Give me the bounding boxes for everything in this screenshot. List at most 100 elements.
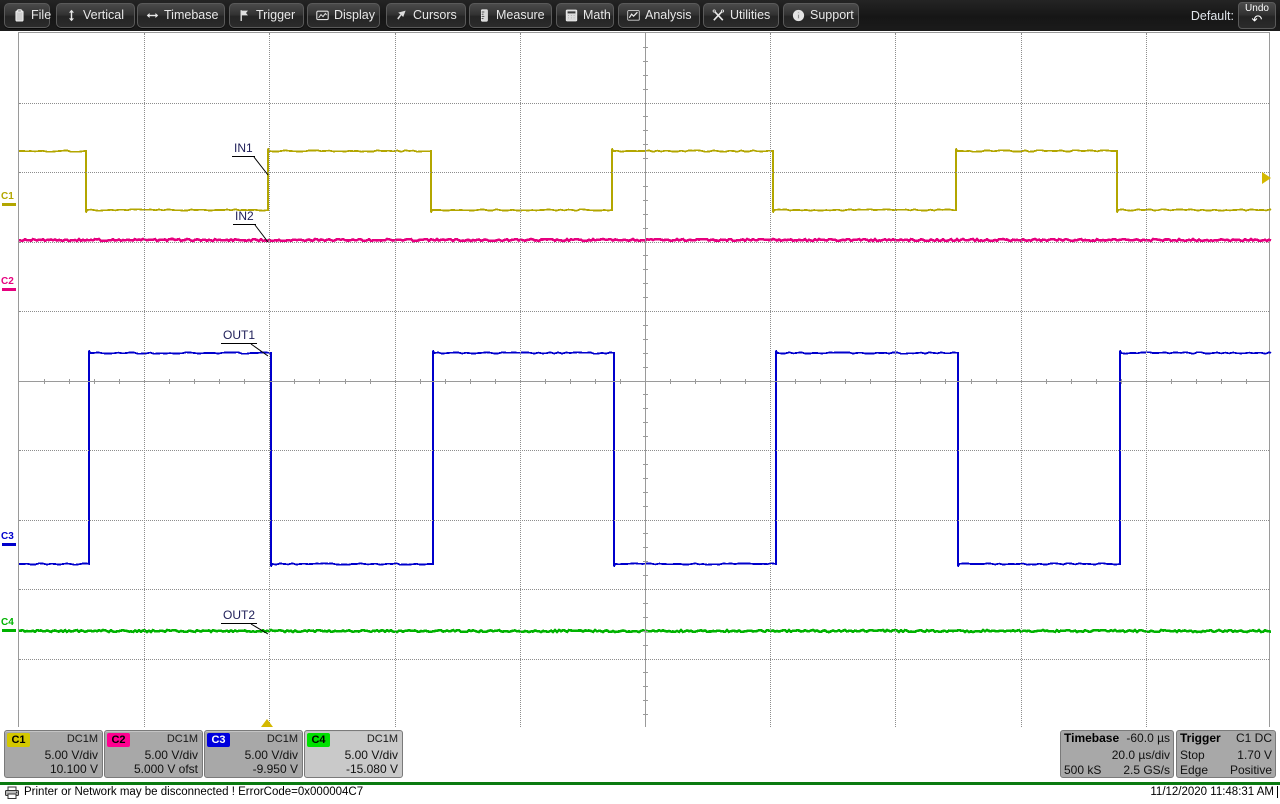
channel-marker-handle[interactable]: [2, 543, 16, 546]
menu-button-file[interactable]: File: [4, 3, 50, 28]
trigger-level-arrow-icon[interactable]: [1262, 172, 1271, 184]
graticule-vline: [395, 33, 396, 727]
printer-icon: [4, 786, 20, 799]
graticule-tick: [620, 379, 621, 384]
graticule-tick: [996, 379, 997, 384]
channel-marker-handle[interactable]: [2, 203, 16, 206]
channel-descriptor-c1[interactable]: C1DC1M5.00 V/div10.100 V: [4, 730, 103, 778]
waveform-annotation-label: OUT2: [221, 609, 257, 624]
graticule-tick: [1096, 379, 1097, 384]
graticule-tick: [1046, 379, 1047, 384]
graticule-tick: [643, 61, 648, 62]
trigger-header: Trigger C1 DC: [1177, 731, 1275, 746]
channel-descriptor-c2[interactable]: C2DC1M5.00 V/div5.000 V ofst: [104, 730, 203, 778]
undo-button[interactable]: Undo ↶: [1238, 2, 1276, 29]
graticule-tick: [570, 379, 571, 384]
channel-marker-label: C4: [1, 618, 14, 628]
channel-marker-c2[interactable]: C2: [0, 277, 18, 295]
menu-button-math[interactable]: Math: [556, 3, 614, 28]
waveform-annotation-in1[interactable]: IN1: [232, 142, 255, 157]
menu-button-trigger[interactable]: Trigger: [229, 3, 304, 28]
graticule-tick: [69, 379, 70, 384]
menu-button-analysis[interactable]: Analysis: [618, 3, 700, 28]
waveform-annotation-out1[interactable]: OUT1: [221, 329, 257, 344]
graticule-hline: [19, 520, 1269, 521]
menu-button-timebase[interactable]: Timebase: [137, 3, 225, 28]
graticule-tick: [795, 379, 796, 384]
channel-marker-c1[interactable]: C1: [0, 192, 18, 210]
channel-descriptor-c4[interactable]: C4DC1M5.00 V/div-15.080 V: [304, 730, 403, 778]
channel-offset: 10.100 V: [50, 762, 98, 776]
timebase-descriptor[interactable]: Timebase -60.0 µs 20.0 µs/div 500 kS 2.5…: [1060, 730, 1174, 778]
graticule[interactable]: [18, 32, 1270, 727]
calculator-icon: [565, 9, 578, 22]
channel-tag[interactable]: C2: [107, 733, 130, 747]
channel-tag[interactable]: C3: [207, 733, 230, 747]
graticule-tick: [643, 283, 648, 284]
graticule-tick: [845, 379, 846, 384]
channel-descriptor-c3[interactable]: C3DC1M5.00 V/div-9.950 V: [204, 730, 303, 778]
channel-tag[interactable]: C4: [307, 733, 330, 747]
graticule-tick: [445, 379, 446, 384]
plot-area: C1 C2 C3 C4 IN1 IN2 OUT1 OUT2: [0, 31, 1280, 728]
graticule-tick: [643, 89, 648, 90]
channel-marker-c3[interactable]: C3: [0, 532, 18, 550]
graticule-hline: [19, 103, 1269, 104]
leftright-arrow-icon: [146, 9, 159, 22]
bottom-panel: C1DC1M5.00 V/div10.100 VC2DC1M5.00 V/div…: [0, 728, 1280, 784]
waveform-annotation-in2[interactable]: IN2: [233, 210, 256, 225]
menu-button-label: File: [31, 9, 51, 22]
graticule-tick: [1171, 379, 1172, 384]
graticule-tick: [643, 561, 648, 562]
menu-button-label: Timebase: [164, 9, 218, 22]
status-message: Printer or Network may be disconnected !…: [24, 785, 363, 800]
menu-button-vertical[interactable]: Vertical: [56, 3, 135, 28]
graticule-hline: [19, 311, 1269, 312]
menu-button-support[interactable]: Support: [783, 3, 859, 28]
graticule-hline: [19, 242, 1269, 243]
channel-marker-handle[interactable]: [2, 629, 16, 632]
waveform-annotation-out2[interactable]: OUT2: [221, 609, 257, 624]
graticule-tick: [643, 464, 648, 465]
graticule-tick: [643, 339, 648, 340]
status-bar: Printer or Network may be disconnected !…: [0, 785, 1280, 800]
channel-coupling: DC1M: [167, 733, 198, 745]
menu-button-utilities[interactable]: Utilities: [703, 3, 779, 28]
graticule-tick: [119, 379, 120, 384]
default-label: Default:: [1191, 9, 1234, 23]
channel-marker-c4[interactable]: C4: [0, 618, 18, 636]
trigger-row-type: Edge Positive: [1177, 762, 1275, 778]
ruler-icon: [478, 9, 491, 22]
graticule-tick: [643, 478, 648, 479]
graticule-tick: [643, 408, 648, 409]
graticule-tick: [94, 379, 95, 384]
graticule-tick: [643, 255, 648, 256]
menu-bar: File Vertical Timebase TriggerDisplayCursor…: [0, 0, 1280, 32]
channel-coupling: DC1M: [267, 733, 298, 745]
channel-marker-handle[interactable]: [2, 288, 16, 291]
trigger-position-marker-icon[interactable]: [261, 719, 273, 727]
graticule-tick: [745, 379, 746, 384]
menu-button-cursors[interactable]: Cursors: [386, 3, 466, 28]
menu-button-measure[interactable]: Measure: [469, 3, 552, 28]
graticule-tick: [1246, 379, 1247, 384]
graticule-tick: [643, 506, 648, 507]
graticule-vline: [1146, 33, 1147, 727]
graticule-hline: [19, 450, 1269, 451]
trigger-descriptor[interactable]: Trigger C1 DC Stop 1.70 V Edge Positive: [1176, 730, 1276, 778]
graticule-hline: [19, 589, 1269, 590]
menu-button-label: Analysis: [645, 9, 692, 22]
menu-button-display[interactable]: Display: [307, 3, 380, 28]
graticule-tick: [194, 379, 195, 384]
graticule-tick: [470, 379, 471, 384]
monitor-icon: [316, 9, 329, 22]
timebase-row-scale: 20.0 µs/div: [1061, 747, 1173, 763]
graticule-tick: [345, 379, 346, 384]
graticule-tick: [1221, 379, 1222, 384]
channel-tag[interactable]: C1: [7, 733, 30, 747]
menu-button-label: Math: [583, 9, 611, 22]
graticule-tick: [643, 75, 648, 76]
trigger-state: Stop: [1180, 747, 1205, 763]
timebase-scale: 20.0 µs/div: [1112, 747, 1170, 763]
graticule-tick: [643, 575, 648, 576]
